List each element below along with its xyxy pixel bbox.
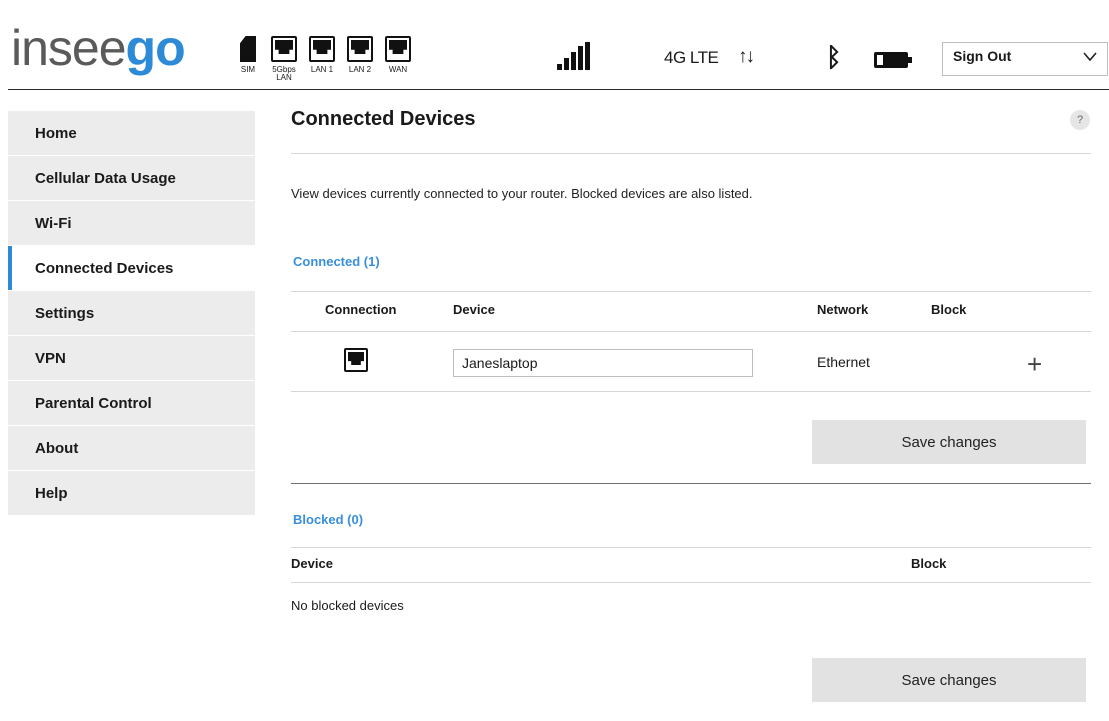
sidebar-item-help[interactable]: Help: [8, 471, 255, 515]
sidebar-item-cellular-data-usage[interactable]: Cellular Data Usage: [8, 156, 255, 200]
sidebar-nav: Home Cellular Data Usage Wi-Fi Connected…: [8, 111, 255, 516]
5gbps-lan-status: 5Gbps LAN: [270, 36, 298, 82]
device-name-input[interactable]: [453, 349, 753, 377]
page-description: View devices currently connected to your…: [291, 186, 753, 201]
bluetooth-icon: ᛒ: [826, 42, 842, 72]
sidebar-item-parental-control[interactable]: Parental Control: [8, 381, 255, 425]
divider: [291, 291, 1091, 292]
lan1-status: LAN 1: [308, 36, 336, 74]
inseego-logo: inseego: [11, 20, 186, 76]
section-divider: [291, 483, 1091, 484]
page-title: Connected Devices: [291, 108, 476, 130]
column-header-block: Block: [931, 302, 967, 317]
column-header-block: Block: [911, 556, 947, 571]
divider: [291, 153, 1091, 154]
divider: [291, 547, 1091, 548]
ethernet-icon: [344, 348, 368, 372]
block-device-button[interactable]: +: [1027, 351, 1042, 377]
divider: [291, 331, 1091, 332]
column-header-connection: Connection: [325, 302, 397, 317]
column-header-network: Network: [817, 302, 869, 317]
connected-section-title: Connected (1): [293, 254, 380, 269]
sim-status: SIM: [236, 36, 260, 74]
sidebar-item-connected-devices[interactable]: Connected Devices: [8, 246, 255, 290]
sidebar-item-vpn[interactable]: VPN: [8, 336, 255, 380]
help-icon[interactable]: ?: [1070, 110, 1090, 130]
ethernet-port-icon: [271, 36, 297, 62]
sign-out-dropdown[interactable]: Sign Out: [942, 42, 1108, 76]
battery-icon: [874, 52, 912, 68]
sidebar-item-wifi[interactable]: Wi-Fi: [8, 201, 255, 245]
save-changes-button[interactable]: Save changes: [812, 420, 1086, 464]
data-activity-icon: ↑↓: [738, 46, 755, 67]
column-header-device: Device: [453, 302, 495, 317]
sidebar-item-home[interactable]: Home: [8, 111, 255, 155]
blocked-section-title: Blocked (0): [293, 512, 364, 527]
network-type-cell: Ethernet: [817, 354, 870, 370]
sidebar-item-about[interactable]: About: [8, 426, 255, 470]
ethernet-port-icon: [347, 36, 373, 62]
column-header-device: Device: [291, 556, 333, 571]
save-changes-button[interactable]: Save changes: [812, 658, 1086, 702]
divider: [291, 391, 1091, 392]
lan2-status: LAN 2: [346, 36, 374, 74]
chevron-down-icon: [1083, 52, 1097, 62]
sim-icon: [240, 36, 256, 62]
ethernet-port-icon: [309, 36, 335, 62]
empty-state-text: No blocked devices: [291, 598, 404, 613]
ethernet-port-icon: [385, 36, 411, 62]
sidebar-item-settings[interactable]: Settings: [8, 291, 255, 335]
top-header: inseego SIM 5Gbps LAN LAN 1 LAN 2 WAN 4G: [8, 8, 1109, 90]
network-type: 4G LTE: [664, 48, 719, 67]
signal-strength-icon: [557, 42, 597, 70]
wan-status: WAN: [384, 36, 412, 74]
divider: [291, 582, 1091, 583]
